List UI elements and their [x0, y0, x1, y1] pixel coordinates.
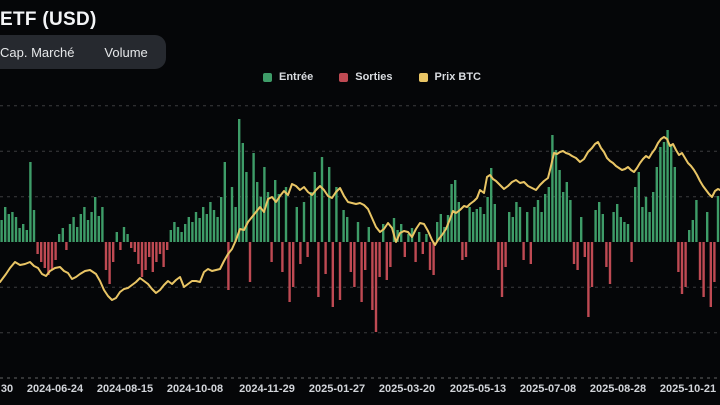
etf-flow-chart-panel: ETF (USD) Cap. Marché Volume Entrée Sort…	[0, 0, 720, 405]
x-axis-label: 2024-08-15	[96, 383, 154, 395]
gridlines	[0, 105, 720, 334]
x-axis-label: 2025-01-27	[308, 383, 366, 395]
btc-price-line	[0, 136, 720, 301]
x-axis-label: 2025-05-13	[449, 383, 507, 395]
x-axis-label: 2025-03-20	[378, 383, 436, 395]
x-axis-label: 2024-10-08	[166, 383, 224, 395]
x-axis-label: 2025-07-08	[519, 383, 577, 395]
x-axis-label: 30	[0, 383, 14, 395]
x-axis-label: 2025-08-28	[589, 383, 647, 395]
x-axis-label: 2024-06-24	[26, 383, 84, 395]
x-axis: 30 2024-06-24 2024-08-15 2024-10-08 2024-11-…	[0, 383, 720, 399]
etf-flow-chart[interactable]	[0, 0, 720, 405]
x-axis-label: 2024-11-29	[239, 383, 295, 395]
x-axis-label: 2025-10-21	[659, 383, 717, 395]
